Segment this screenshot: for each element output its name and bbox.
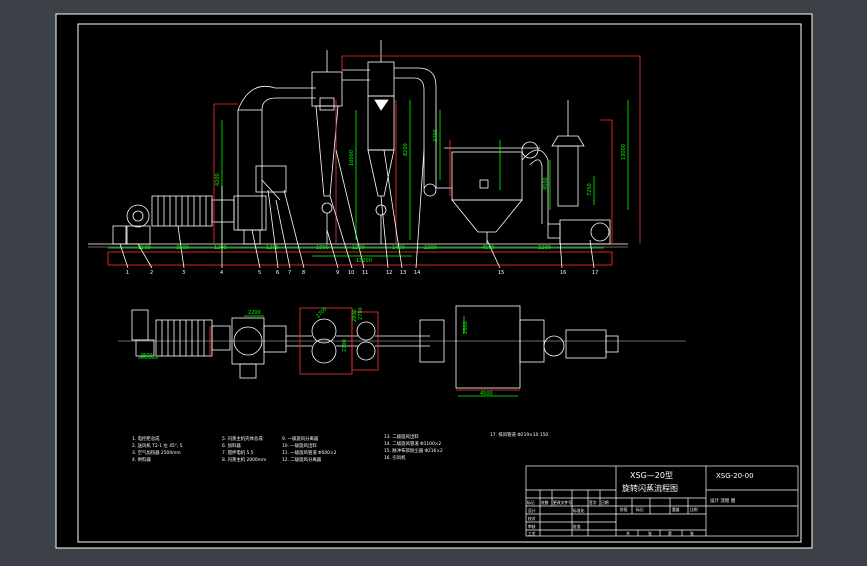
- callout: 2: [150, 270, 153, 276]
- dim-text: 1200: [214, 245, 227, 251]
- dim-text: 4500: [482, 245, 495, 251]
- dim-text: 3300: [176, 245, 189, 251]
- vdim-text: 3700: [433, 129, 439, 142]
- part-item: 1. 电控柜总成: [132, 435, 160, 442]
- part-item: 7. 搅拌电机 5.5: [222, 449, 254, 456]
- part-item: 2. 送风机 T2-1 左 45°, 5: [132, 442, 183, 449]
- plan-dim: 2700: [342, 339, 348, 352]
- callout: 8: [302, 270, 305, 276]
- vdim-text: 4200: [215, 173, 221, 186]
- row-label: 日期: [601, 500, 609, 505]
- vdim-text: 7250: [587, 183, 593, 196]
- plan-dim: 2500: [140, 353, 153, 359]
- title-line2: 旋转闪蒸流程图: [622, 483, 678, 493]
- part-item: 6. 加料器: [222, 442, 241, 449]
- callout: 3: [182, 270, 185, 276]
- left-label: 设计: [528, 508, 536, 513]
- dim-text: 1200: [266, 245, 279, 251]
- bottom-label: 第: [668, 531, 672, 536]
- drawing-sheet: [55, 13, 813, 549]
- vdim-text: 8200: [403, 143, 409, 156]
- callout: 12: [386, 270, 392, 276]
- part-item: 8. 闪蒸主机 2000mm: [222, 456, 266, 463]
- part-item: 5. 闪蒸主机壳体总成: [222, 435, 263, 442]
- title-line1: XSG—20型: [630, 471, 673, 480]
- mid-label: 批准: [573, 524, 581, 529]
- plan-dim: 2200: [248, 310, 261, 316]
- callout: 14: [414, 270, 420, 276]
- part-item: 4. 供料器: [132, 456, 151, 463]
- mid-label: 标准化: [573, 508, 585, 513]
- callout: 11: [362, 270, 368, 276]
- dim-text: 1400: [392, 245, 405, 251]
- part-item: 13. 二级旋风出料: [384, 433, 419, 440]
- stage-label: 比例: [690, 507, 698, 512]
- row-label: 处数: [541, 500, 549, 505]
- part-item: 10. 一级旋风出料: [282, 442, 317, 449]
- callout: 4: [220, 270, 223, 276]
- part-item: 3. 空气加热器 2500mm: [132, 449, 181, 456]
- callout: 7: [288, 270, 291, 276]
- stage-label: 阶段: [620, 507, 628, 512]
- bottom-label: 张: [648, 531, 652, 536]
- plan-dim: 2700: [358, 307, 364, 320]
- part-item: 16. 引风机: [384, 454, 406, 461]
- vdim-text: 10000: [349, 150, 355, 166]
- callout: 9: [336, 270, 339, 276]
- left-label: 审核: [528, 524, 536, 529]
- plan-dim: 2500: [463, 321, 469, 334]
- dim-text: 1800: [316, 245, 329, 251]
- left-label: 工艺: [528, 531, 536, 536]
- total-dim-text: 13200: [356, 258, 372, 264]
- dim-text: 3200: [538, 245, 551, 251]
- plan-dim: 4500: [480, 391, 493, 397]
- stage-label: 标记: [636, 507, 644, 512]
- bottom-label: 张: [690, 531, 694, 536]
- row-label: 标记: [527, 500, 535, 505]
- vdim-text: 13000: [621, 144, 627, 160]
- part-item: 12. 二级旋风分离器: [282, 456, 322, 463]
- callout: 17: [592, 270, 598, 276]
- callout: 5: [258, 270, 261, 276]
- callout: 15: [498, 270, 504, 276]
- design-row: 设计 流程 图: [710, 497, 736, 504]
- callout: 16: [560, 270, 566, 276]
- dim-text: 1200: [352, 245, 365, 251]
- part-item: 17. 排风管道 Φ219×10 150: [490, 431, 548, 438]
- part-item: 11. 一级旋风管道 Φ500×2: [282, 449, 337, 456]
- callout: 13: [400, 270, 406, 276]
- bottom-label: 共: [626, 531, 630, 536]
- drawing-number: XSG-20-00: [716, 472, 754, 480]
- part-item: 14. 二级旋风管道 Φ1100×2: [384, 440, 441, 447]
- row-label: 签字: [589, 500, 597, 505]
- vdim-text: 4500: [543, 177, 549, 190]
- part-item: 9. 一级旋风分离器: [282, 435, 319, 442]
- stage-label: 重量: [672, 507, 680, 512]
- drawing-canvas: 2500 3300 1200 1200 1800 1200 1400 2200 …: [55, 13, 813, 549]
- callout: 6: [276, 270, 279, 276]
- callout: 1: [126, 270, 129, 276]
- part-item: 15. 脉冲布袋除尘器 Φ216×2: [384, 447, 443, 454]
- callout: 10: [348, 270, 354, 276]
- dim-text: 2500: [138, 245, 151, 251]
- cad-drawing-window: 2500 3300 1200 1200 1800 1200 1400 2200 …: [0, 0, 867, 562]
- dim-text: 2200: [424, 245, 437, 251]
- row-label: 更改文件号: [553, 500, 572, 505]
- left-label: 校对: [528, 516, 536, 521]
